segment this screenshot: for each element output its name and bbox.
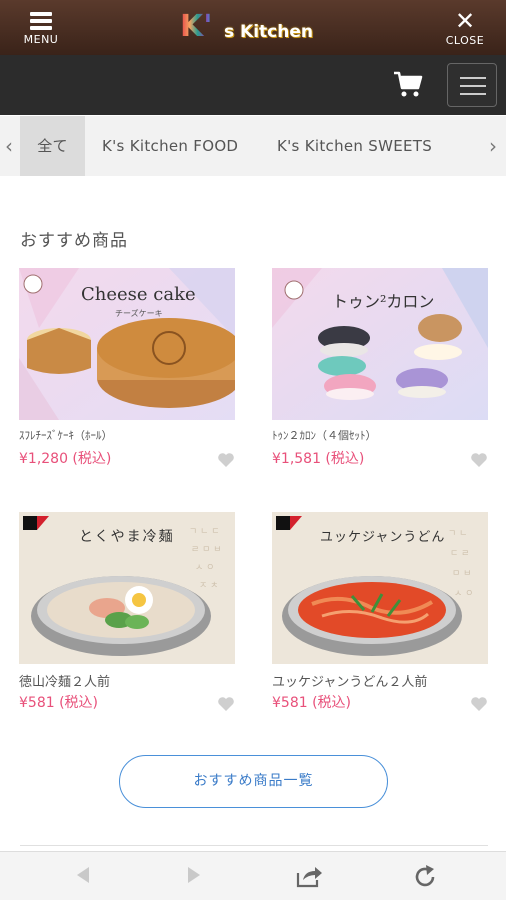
back-icon[interactable] <box>73 864 91 886</box>
svg-text:ㅅ ㅇ: ㅅ ㅇ <box>454 589 473 599</box>
heart-icon[interactable] <box>470 696 488 712</box>
reload-icon[interactable] <box>412 864 438 890</box>
product-image[interactable]: ㄱ ㄴㄷ ㄹ ㅁ ㅂㅅ ㅇ ユッケジャンうどん <box>272 512 488 664</box>
cart-icon[interactable] <box>393 69 423 99</box>
top-header: MENU K' s Kitchen ✕ CLOSE <box>0 0 506 55</box>
product-image[interactable]: Cheese cake チーズケーキ <box>19 268 235 420</box>
menu-label: MENU <box>23 33 59 46</box>
chevron-right-icon[interactable]: › <box>489 134 497 158</box>
close-button[interactable]: ✕ CLOSE <box>440 8 490 47</box>
product-card[interactable]: トゥン²カロン ﾄｩﾝ２ｶﾛﾝ（４個ｾｯﾄ） ¥1,581 (税込) <box>272 268 488 468</box>
product-image-title: トゥン²カロン <box>332 292 435 311</box>
product-image-title: ユッケジャンうどん <box>320 530 446 545</box>
menu-button[interactable]: MENU <box>16 8 66 46</box>
svg-text:ㅈ ㅊ: ㅈ ㅊ <box>199 581 218 591</box>
heart-icon[interactable] <box>217 696 235 712</box>
logo-text: s Kitchen <box>224 22 313 42</box>
product-card[interactable]: Cheese cake チーズケーキ ｽﾌﾚﾁｰｽﾞｹｰｷ（ﾎｰﾙ） ¥1,28… <box>19 268 235 468</box>
section-title: おすすめ商品 <box>20 231 128 251</box>
product-name[interactable]: ｽﾌﾚﾁｰｽﾞｹｰｷ（ﾎｰﾙ） <box>19 427 235 444</box>
product-name[interactable]: 徳山冷麺２人前 <box>19 671 235 690</box>
divider <box>20 845 488 846</box>
close-label: CLOSE <box>445 34 485 47</box>
forward-icon[interactable] <box>186 864 204 886</box>
product-image-subtitle: チーズケーキ <box>115 309 163 318</box>
svg-text:ㄱ ㄴ: ㄱ ㄴ <box>448 529 467 539</box>
product-name[interactable]: ユッケジャンうどん２人前 <box>272 671 488 690</box>
product-image-title: Cheese cake <box>81 284 196 305</box>
product-image-title: とくやま冷麺 <box>79 529 175 545</box>
menu-icon <box>30 12 52 30</box>
heart-icon[interactable] <box>217 452 235 468</box>
product-card[interactable]: ㄱ ㄴㄷ ㄹ ㅁ ㅂㅅ ㅇ ユッケジャンうどん ユッケジャンうどん２人前 ¥58… <box>272 512 488 712</box>
product-name[interactable]: ﾄｩﾝ２ｶﾛﾝ（４個ｾｯﾄ） <box>272 427 488 444</box>
logo-k: K' <box>180 9 213 44</box>
chevron-left-icon[interactable]: ‹ <box>5 134 13 158</box>
product-price: ¥581 (税込) <box>19 695 99 711</box>
browser-toolbar <box>0 851 506 900</box>
product-image[interactable]: ㄱ ㄴ ㄷㄹ ㅁ ㅂ ㅅ ㅇㅈ ㅊ とくやま冷麺 <box>19 512 235 664</box>
product-card[interactable]: ㄱ ㄴ ㄷㄹ ㅁ ㅂ ㅅ ㅇㅈ ㅊ とくやま冷麺 徳山冷麺２人前 ¥581 (税… <box>19 512 235 712</box>
logo[interactable]: K' s Kitchen <box>180 8 330 48</box>
sub-nav-bar <box>0 55 506 115</box>
tab-all[interactable]: 全て <box>20 116 85 176</box>
product-image[interactable]: トゥン²カロン <box>272 268 488 420</box>
nav-toggle-button[interactable] <box>447 63 497 107</box>
product-price: ¥581 (税込) <box>272 695 352 711</box>
close-icon: ✕ <box>454 7 476 35</box>
svg-text:ㄹ ㅁ ㅂ: ㄹ ㅁ ㅂ <box>191 545 222 555</box>
product-price: ¥1,581 (税込) <box>272 451 365 467</box>
tab-kitchen-sweets[interactable]: K's Kitchen SWEETS <box>277 116 432 176</box>
share-icon[interactable] <box>295 864 323 888</box>
svg-text:ㄱ ㄴ ㄷ: ㄱ ㄴ ㄷ <box>189 527 220 537</box>
heart-icon[interactable] <box>470 452 488 468</box>
svg-text:ㅅ ㅇ: ㅅ ㅇ <box>195 563 214 573</box>
recommended-list-button[interactable]: おすすめ商品一覧 <box>119 755 388 808</box>
tab-kitchen-food[interactable]: K's Kitchen FOOD <box>102 116 238 176</box>
category-bar: ‹ 全て K's Kitchen FOOD K's Kitchen SWEETS… <box>0 116 506 176</box>
svg-text:ㄷ ㄹ: ㄷ ㄹ <box>450 549 469 559</box>
product-price: ¥1,280 (税込) <box>19 451 112 467</box>
svg-text:ㅁ ㅂ: ㅁ ㅂ <box>452 569 471 579</box>
